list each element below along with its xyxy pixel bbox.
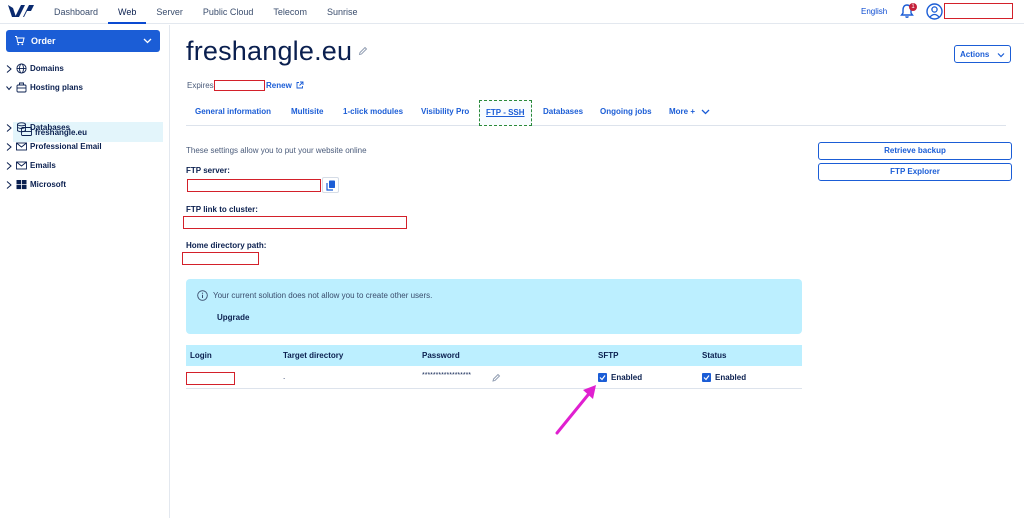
hosting-icon <box>16 82 27 93</box>
upgrade-link[interactable]: Upgrade <box>217 313 249 322</box>
mail-icon <box>16 142 27 151</box>
tab-more[interactable]: More + <box>669 107 695 116</box>
tab-ftp-ssh[interactable]: FTP - SSH <box>479 100 532 126</box>
column-header-password: Password <box>422 351 460 360</box>
column-header-status: Status <box>702 351 727 360</box>
annotation-arrow <box>555 385 596 435</box>
info-message: Your current solution does not allow you… <box>213 291 433 300</box>
mail-icon <box>16 161 27 170</box>
notification-badge: 1 <box>909 3 917 11</box>
ovh-logo[interactable] <box>7 3 35 19</box>
redacted-home-directory <box>182 252 259 265</box>
sidebar-item-label: Domains <box>30 64 64 73</box>
globe-icon <box>16 63 27 74</box>
column-header-sftp: SFTP <box>598 351 619 360</box>
column-header-target-directory: Target directory <box>283 351 344 360</box>
page-title: freshangle.eu <box>186 36 353 66</box>
redacted-username <box>944 3 1013 19</box>
user-account-icon[interactable] <box>926 3 943 20</box>
expires-label: Expires <box>187 81 214 90</box>
edit-pencil-icon[interactable] <box>358 46 368 56</box>
main-menu: Dashboard Web Server Public Cloud Teleco… <box>44 0 367 24</box>
sidebar-item-professional-email[interactable]: Professional Email <box>0 138 170 156</box>
top-navigation-bar: Dashboard Web Server Public Cloud Teleco… <box>0 0 1024 24</box>
sidebar: Order Domains Hosting plans freshangle.e… <box>0 25 170 518</box>
sidebar-item-domains[interactable]: Domains <box>0 60 170 78</box>
order-button[interactable]: Order <box>6 30 160 52</box>
redacted-login <box>186 372 235 385</box>
redacted-expiry-date <box>214 80 265 91</box>
target-directory-cell: . <box>283 372 286 381</box>
external-link-icon[interactable] <box>296 81 304 89</box>
edit-pencil-icon[interactable] <box>492 373 501 382</box>
tab-visibility-pro[interactable]: Visibility Pro <box>421 107 469 116</box>
tab-ongoing-jobs[interactable]: Ongoing jobs <box>600 107 652 116</box>
sidebar-item-label: Microsoft <box>30 180 66 189</box>
nav-telecom[interactable]: Telecom <box>263 0 317 24</box>
chevron-right-icon <box>6 181 12 189</box>
sidebar-item-emails[interactable]: Emails <box>0 157 170 175</box>
chevron-down-icon <box>997 53 1005 58</box>
windows-icon <box>16 180 27 190</box>
nav-sunrise[interactable]: Sunrise <box>317 0 368 24</box>
redacted-ftp-link <box>183 216 407 229</box>
actions-button[interactable]: Actions <box>954 45 1011 63</box>
chevron-down-icon <box>143 38 152 44</box>
order-label: Order <box>31 36 56 46</box>
ftp-server-label: FTP server: <box>186 166 230 175</box>
sidebar-item-label: Emails <box>30 161 56 170</box>
table-header: Login Target directory Password SFTP Sta… <box>186 345 802 366</box>
actions-label: Actions <box>960 50 990 59</box>
home-directory-label: Home directory path: <box>186 241 267 250</box>
check-icon <box>703 375 710 381</box>
tab-databases[interactable]: Databases <box>543 107 583 116</box>
info-icon <box>197 290 208 301</box>
chevron-down-icon <box>6 86 12 91</box>
cart-icon <box>15 36 25 46</box>
sidebar-item-hosting-plans[interactable]: Hosting plans <box>0 79 170 97</box>
status-checkbox[interactable] <box>702 373 711 382</box>
ftp-link-label: FTP link to cluster: <box>186 205 258 214</box>
nav-web[interactable]: Web <box>108 0 147 24</box>
tab-bar: General information Multisite 1-click mo… <box>186 100 1006 126</box>
tab-1-click-modules[interactable]: 1-click modules <box>343 107 403 116</box>
section-description: These settings allow you to put your web… <box>186 146 367 155</box>
chevron-right-icon <box>6 162 12 170</box>
database-icon <box>17 122 26 133</box>
language-selector[interactable]: English <box>861 7 887 16</box>
redacted-ftp-server <box>187 179 321 192</box>
nav-server[interactable]: Server <box>146 0 193 24</box>
sidebar-item-label: Hosting plans <box>30 83 83 92</box>
column-header-login: Login <box>190 351 212 360</box>
retrieve-backup-button[interactable]: Retrieve backup <box>818 142 1012 160</box>
sidebar-item-databases[interactable]: Databases <box>0 119 170 137</box>
chevron-right-icon <box>6 124 12 132</box>
info-banner: Your current solution does not allow you… <box>186 279 802 334</box>
sidebar-item-label: Databases <box>30 123 71 132</box>
chevron-down-icon[interactable] <box>701 108 710 116</box>
tab-general-information[interactable]: General information <box>195 107 271 116</box>
nav-public-cloud[interactable]: Public Cloud <box>193 0 264 24</box>
chevron-right-icon <box>6 65 12 73</box>
chevron-right-icon <box>6 143 12 151</box>
sidebar-item-microsoft[interactable]: Microsoft <box>0 176 170 194</box>
sidebar-item-label: Professional Email <box>30 142 102 151</box>
ftp-explorer-button[interactable]: FTP Explorer <box>818 163 1012 181</box>
status-label: Enabled <box>715 373 747 382</box>
password-cell: ****************** <box>422 372 472 379</box>
tab-multisite[interactable]: Multisite <box>291 107 323 116</box>
sftp-status-label: Enabled <box>611 373 643 382</box>
nav-dashboard[interactable]: Dashboard <box>44 0 108 24</box>
renew-link[interactable]: Renew <box>266 81 292 90</box>
copy-icon <box>326 180 335 191</box>
copy-button[interactable] <box>322 177 339 193</box>
